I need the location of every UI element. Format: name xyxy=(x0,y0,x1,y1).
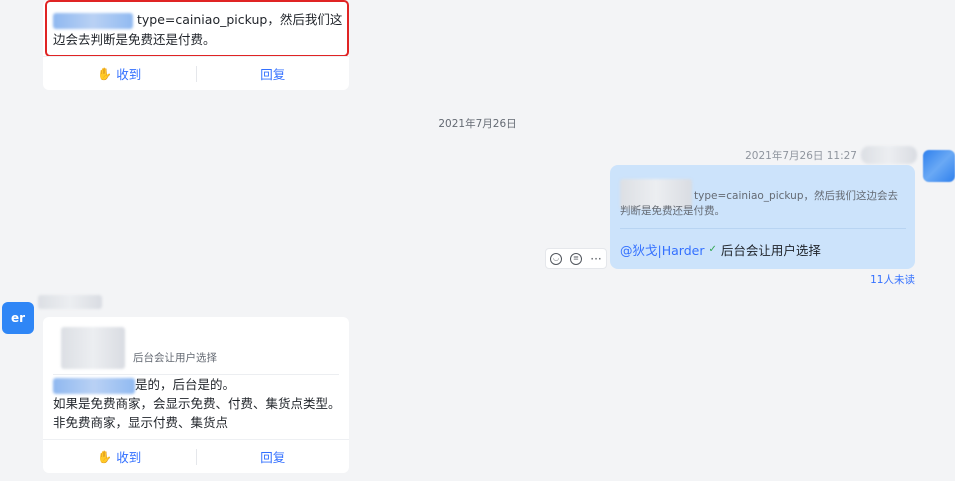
message-text: 是的，后台是的。 如果是免费商家，会显示免费、付费、集货点类型。非免费商家，显示… xyxy=(53,375,345,432)
card-actions: ✋ 收到 回复 xyxy=(43,56,349,90)
message-text: type=cainiao_pickup，然后我们这边会去判断是免费还是付费。 xyxy=(53,12,343,47)
redacted-sender-name xyxy=(38,295,102,309)
hand-icon: ✋ xyxy=(97,66,113,81)
avatar[interactable] xyxy=(923,150,955,182)
more-icon: ··· xyxy=(590,251,602,266)
reply-thread-icon: ≡ xyxy=(570,252,582,265)
emoji-icon: ◡ xyxy=(550,252,562,265)
received-label: 收到 xyxy=(116,450,142,465)
redacted-quote-sender xyxy=(61,327,125,369)
redacted-mention xyxy=(53,12,133,29)
redacted-sender xyxy=(861,146,917,164)
received-label: 收到 xyxy=(116,67,142,82)
reply-line: @狄戈|Harder ✓ 后台会让用户选择 xyxy=(620,240,821,259)
hand-icon: ✋ xyxy=(97,449,113,464)
quoted-message[interactable]: 后台会让用户选择 xyxy=(53,325,339,375)
avatar[interactable]: er xyxy=(2,302,34,334)
reply-button[interactable]: 回复 xyxy=(197,447,350,466)
received-button[interactable]: ✋ 收到 xyxy=(43,64,196,83)
mention-link[interactable]: @狄戈|Harder xyxy=(620,240,704,259)
quote-text: 后台会让用户选择 xyxy=(133,352,217,364)
message-line-2: 如果是免费商家，会显示免费、付费、集货点类型。非免费商家，显示付费、集货点 xyxy=(53,396,341,430)
received-button[interactable]: ✋ 收到 xyxy=(43,447,196,466)
avatar-text: er xyxy=(10,311,26,325)
card-actions: ✋ 收到 回复 xyxy=(43,439,349,473)
message-meta: 2021年7月26日 11:27 xyxy=(745,146,917,164)
date-separator: 2021年7月26日 xyxy=(438,118,517,130)
message-line-1: 是的，后台是的。 xyxy=(135,377,236,392)
message-toolbar: ◡ ≡ ··· xyxy=(545,248,607,269)
timestamp: 2021年7月26日 11:27 xyxy=(745,149,857,162)
redacted-mention xyxy=(53,377,135,394)
quoted-message[interactable]: type=cainiao_pickup，然后我们这边会去判断是免费还是付费。 xyxy=(620,173,906,229)
emoji-button[interactable]: ◡ xyxy=(546,249,566,268)
message-bubble: type=cainiao_pickup，然后我们这边会去判断是免费还是付费。 @… xyxy=(610,165,915,269)
reply-thread-button[interactable]: ≡ xyxy=(566,249,586,268)
quote-text: type=cainiao_pickup，然后我们这边会去判断是免费还是付费。 xyxy=(620,190,898,217)
more-button[interactable]: ··· xyxy=(586,249,606,268)
verified-icon: ✓ xyxy=(708,244,717,255)
unread-count[interactable]: 11人未读 xyxy=(870,272,915,287)
message-card-bottom: 后台会让用户选择 是的，后台是的。 如果是免费商家，会显示免费、付费、集货点类型… xyxy=(43,317,349,473)
reply-text: 后台会让用户选择 xyxy=(720,243,821,258)
reply-button[interactable]: 回复 xyxy=(197,64,350,83)
reply-label: 回复 xyxy=(260,450,286,465)
message-card-top: type=cainiao_pickup，然后我们这边会去判断是免费还是付费。 ✋… xyxy=(43,0,349,90)
reply-label: 回复 xyxy=(260,67,286,82)
